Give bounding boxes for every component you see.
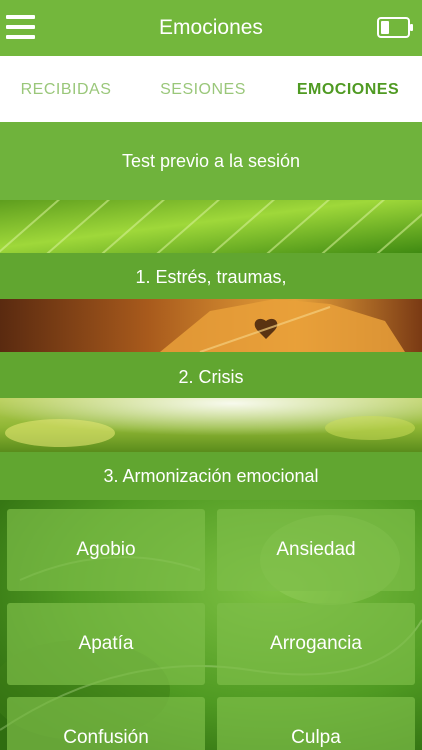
emotion-tile-ansiedad[interactable]: Ansiedad (217, 509, 415, 591)
page-title: Emociones (159, 16, 263, 39)
green-leaf-banner (0, 200, 422, 253)
emotion-tile-apatia[interactable]: Apatía (7, 603, 205, 685)
emotion-tile-arrogancia[interactable]: Arrogancia (217, 603, 415, 685)
test-previo-row[interactable]: Test previo a la sesión (0, 122, 422, 200)
tab-emociones[interactable]: EMOCIONES (274, 56, 422, 122)
emotion-tile-culpa[interactable]: Culpa (217, 697, 415, 750)
battery-icon (377, 17, 413, 38)
tab-sesiones[interactable]: SESIONES (132, 56, 274, 122)
app-header: Emociones (0, 0, 422, 56)
emotion-tile-agobio[interactable]: Agobio (7, 509, 205, 591)
section-estres-row[interactable]: 1. Estrés, traumas, (0, 253, 422, 299)
sunlit-grass-banner (0, 398, 422, 452)
tab-bar: RECIBIDAS SESIONES EMOCIONES (0, 56, 422, 122)
emotion-grid: Agobio Ansiedad Apatía Arrogancia Confus… (0, 500, 422, 750)
section-armonizacion-row[interactable]: 3. Armonización emocional (0, 452, 422, 500)
section-crisis-row[interactable]: 2. Crisis (0, 352, 422, 398)
tab-recibidas[interactable]: RECIBIDAS (0, 56, 132, 122)
emotion-tile-confusion[interactable]: Confusión (7, 697, 205, 750)
autumn-leaf-banner (0, 299, 422, 352)
